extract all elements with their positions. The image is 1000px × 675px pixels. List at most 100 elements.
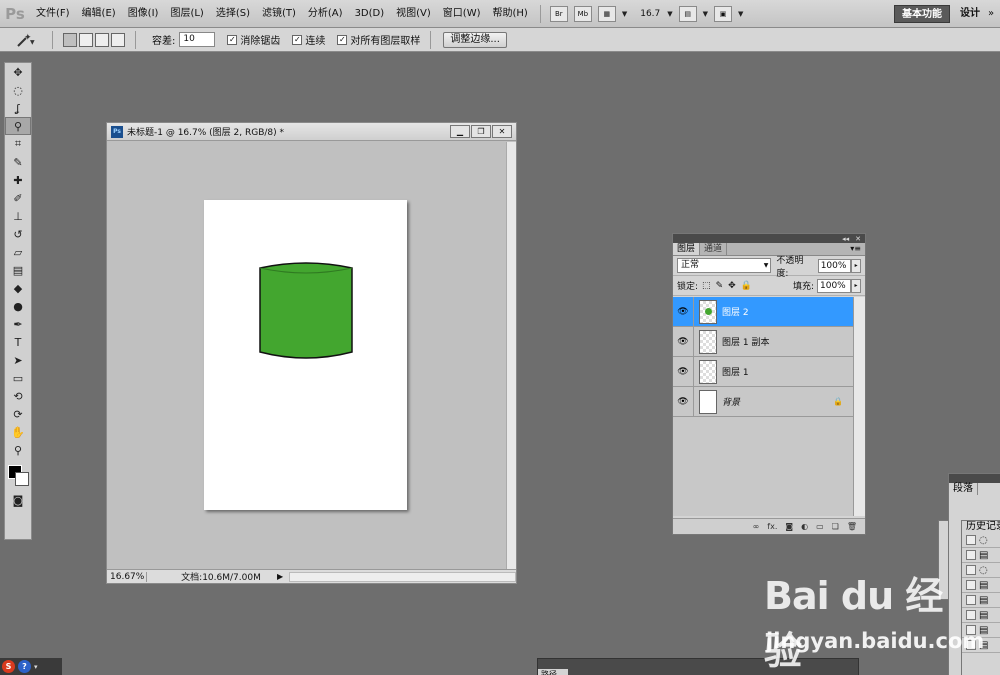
layer-style-icon[interactable]: fx. — [767, 522, 777, 531]
chevron-down-icon[interactable]: ▼ — [622, 10, 627, 18]
eye-icon[interactable]: 👁 — [673, 397, 693, 407]
magic-wand-tool-preset[interactable]: ✦ ▼ — [14, 30, 42, 50]
menu-window[interactable]: 窗口(W) — [437, 0, 487, 28]
shape-tool-icon[interactable]: ▭ — [5, 369, 31, 387]
canvas-area[interactable] — [107, 142, 507, 570]
history-brush-tool-icon[interactable]: ↺ — [5, 225, 31, 243]
history-row[interactable]: ▤ — [962, 548, 1000, 563]
status-menu-arrow-icon[interactable]: ▶ — [277, 572, 283, 581]
opacity-arrow-icon[interactable]: ▸ — [851, 258, 861, 273]
lock-pixels-icon[interactable]: ✎ — [716, 281, 724, 291]
type-tool-icon[interactable]: T — [5, 333, 31, 351]
close-icon[interactable]: ✕ — [855, 235, 861, 243]
workspace-design-button[interactable]: 设计 — [960, 5, 980, 23]
sogou-icon[interactable]: S — [2, 660, 15, 673]
panel-header[interactable]: ◂◂ ✕ — [673, 234, 865, 243]
move-tool-icon[interactable]: ✥ — [5, 63, 31, 81]
tab-history[interactable]: 历史记录 — [962, 521, 1000, 533]
subtract-selection-button[interactable] — [95, 32, 109, 47]
antialias-checkbox[interactable]: ✓ 消除锯齿 — [227, 32, 280, 47]
contiguous-checkbox[interactable]: ✓ 连续 — [292, 32, 325, 47]
history-checkbox[interactable] — [966, 565, 976, 575]
hand-tool-icon[interactable]: ✋ — [5, 423, 31, 441]
menu-image[interactable]: 图像(I) — [122, 0, 165, 28]
history-checkbox[interactable] — [966, 580, 976, 590]
zoom-level[interactable]: 16.7 — [640, 9, 660, 19]
crop-tool-icon[interactable]: ⌗ — [5, 135, 31, 153]
collapse-icon[interactable]: ◂◂ — [842, 235, 849, 243]
history-row[interactable]: ◌ — [962, 563, 1000, 578]
zoom-tool-icon[interactable]: ⚲ — [5, 441, 31, 459]
history-row[interactable]: ▤ — [962, 578, 1000, 593]
canvas-paper[interactable] — [204, 200, 407, 510]
tab-paths[interactable]: 路径 — [538, 669, 568, 675]
lock-all-icon[interactable]: 🔒 — [741, 281, 752, 291]
horizontal-scrollbar[interactable] — [289, 571, 516, 582]
marquee-tool-icon[interactable]: ◌ — [5, 81, 31, 99]
lock-position-icon[interactable]: ✥ — [728, 281, 736, 291]
chevron-down-icon[interactable]: ▼ — [703, 10, 708, 18]
eye-icon[interactable]: 👁 — [673, 307, 693, 317]
menu-select[interactable]: 选择(S) — [210, 0, 256, 28]
chevron-down-icon[interactable]: ▾ — [34, 663, 38, 671]
layers-scrollbar[interactable] — [853, 297, 865, 516]
tab-paragraph[interactable]: 段落 — [949, 483, 978, 495]
sample-all-layers-checkbox[interactable]: ✓ 对所有图层取样 — [337, 32, 420, 47]
menu-layer[interactable]: 图层(L) — [164, 0, 209, 28]
3d-orbit-tool-icon[interactable]: ⟳ — [5, 405, 31, 423]
menu-analysis[interactable]: 分析(A) — [302, 0, 349, 28]
blur-tool-icon[interactable]: ◆ — [5, 279, 31, 297]
workspace-essentials-button[interactable]: 基本功能 — [894, 5, 950, 23]
menu-3d[interactable]: 3D(D) — [349, 0, 391, 28]
status-zoom[interactable]: 16.67% — [107, 571, 147, 582]
lasso-tool-icon[interactable]: ʆ — [5, 99, 31, 117]
eyedropper-tool-icon[interactable]: ✎ — [5, 153, 31, 171]
close-button[interactable]: ✕ — [492, 125, 512, 138]
bridge-button[interactable]: Br — [549, 5, 568, 22]
menu-view[interactable]: 视图(V) — [390, 0, 437, 28]
menu-filter[interactable]: 滤镜(T) — [256, 0, 302, 28]
refine-edge-button[interactable]: 调整边缘... — [443, 31, 507, 48]
chevron-down-icon[interactable]: ▼ — [738, 10, 743, 18]
document-title-bar[interactable]: Ps 未标题-1 @ 16.7% (图层 2, RGB/8) * ▁ ❐ ✕ — [107, 123, 516, 141]
eye-icon[interactable]: 👁 — [673, 367, 693, 377]
minibridge-button[interactable]: Mb — [573, 5, 592, 22]
menu-help[interactable]: 帮助(H) — [487, 0, 534, 28]
opacity-input[interactable]: 100% — [817, 258, 852, 273]
brush-tool-icon[interactable]: ✐ — [5, 189, 31, 207]
path-selection-tool-icon[interactable]: ➤ — [5, 351, 31, 369]
screen-mode-button[interactable]: ▣ — [714, 5, 733, 22]
tab-layers[interactable]: 图层 — [673, 243, 701, 255]
restore-button[interactable]: ❐ — [471, 125, 491, 138]
menu-file[interactable]: 文件(F) — [30, 0, 76, 28]
background-color-swatch[interactable] — [15, 472, 29, 486]
healing-brush-tool-icon[interactable]: ✚ — [5, 171, 31, 189]
arrange-documents-button[interactable]: ▤ — [678, 5, 697, 22]
blend-mode-select[interactable]: 正常 — [677, 258, 772, 273]
clone-stamp-tool-icon[interactable]: ⊥ — [5, 207, 31, 225]
add-selection-button[interactable] — [79, 32, 93, 47]
history-checkbox[interactable] — [966, 595, 976, 605]
history-row[interactable]: ▤ — [962, 593, 1000, 608]
panel-menu-icon[interactable]: ▾≡ — [850, 243, 865, 255]
dodge-tool-icon[interactable]: ● — [5, 297, 31, 315]
pen-tool-icon[interactable]: ✒ — [5, 315, 31, 333]
adjustment-layer-icon[interactable]: ◐ — [801, 522, 808, 531]
help-icon[interactable]: ? — [18, 660, 31, 673]
layer-row-background[interactable]: 👁 背景 🔒 — [673, 386, 853, 417]
history-checkbox[interactable] — [966, 550, 976, 560]
panel-header[interactable] — [949, 474, 1000, 483]
link-layers-icon[interactable]: ∞ — [753, 522, 760, 531]
history-row[interactable]: ◌ — [962, 533, 1000, 548]
new-group-icon[interactable]: ▭ — [816, 522, 824, 531]
fill-input[interactable]: 100% — [817, 278, 851, 293]
magic-wand-tool-icon[interactable]: ⚲ — [5, 117, 31, 135]
fill-arrow-icon[interactable]: ▸ — [851, 278, 861, 293]
layer-row-layer1[interactable]: 👁 图层 1 — [673, 356, 853, 387]
workspace-more-button[interactable]: » — [988, 5, 994, 23]
layer-row-layer2[interactable]: 👁 图层 2 — [673, 296, 853, 327]
minimize-button[interactable]: ▁ — [450, 125, 470, 138]
delete-layer-icon[interactable]: 🗑 — [847, 522, 857, 531]
history-checkbox[interactable] — [966, 535, 976, 545]
menu-edit[interactable]: 编辑(E) — [76, 0, 122, 28]
